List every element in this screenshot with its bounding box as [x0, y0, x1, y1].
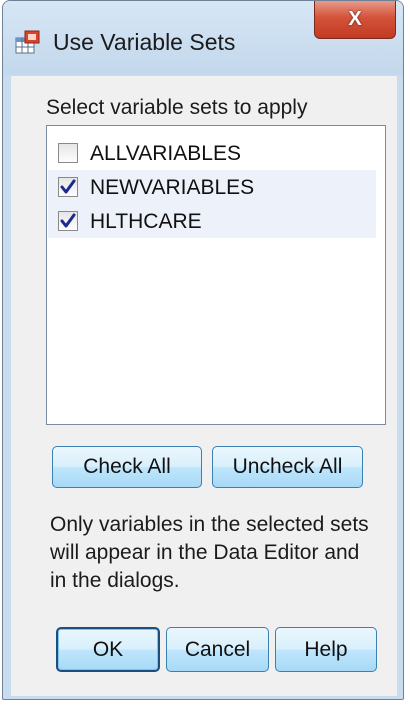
checkmark-icon [60, 179, 76, 194]
check-all-button[interactable]: Check All [52, 446, 202, 488]
window-title: Use Variable Sets [53, 29, 236, 55]
cancel-label: Cancel [184, 637, 251, 661]
uncheck-all-button[interactable]: Uncheck All [212, 446, 363, 488]
variable-sets-icon [15, 30, 40, 54]
list-item-label: NEWVARIABLES [90, 176, 255, 199]
list-item-label: HLTHCARE [90, 210, 202, 233]
list-item-hlthcare[interactable]: HLTHCARE [48, 204, 376, 238]
list-item-newvariables[interactable]: NEWVARIABLES [48, 170, 376, 204]
close-button[interactable]: X [314, 1, 396, 39]
ok-label: OK [92, 637, 124, 661]
help-label: Help [304, 637, 348, 661]
cancel-button[interactable]: Cancel [166, 627, 269, 672]
help-button[interactable]: Help [275, 627, 377, 672]
checkmark-icon [60, 213, 76, 228]
uncheck-all-label: Uncheck All [232, 455, 343, 478]
variable-sets-prompt-text: Select variable sets to apply [46, 96, 308, 119]
list-item-allvariables[interactable]: ALLVARIABLES [48, 136, 376, 170]
list-item-label: ALLVARIABLES [90, 142, 241, 165]
checkbox-newvariables[interactable] [58, 177, 78, 197]
checkbox-hlthcare[interactable] [58, 211, 78, 231]
ok-button[interactable]: OK [56, 627, 160, 672]
variable-sets-list[interactable]: ALLVARIABLES NEWVARIABLES HLTHCARE [46, 125, 386, 425]
variable-sets-prompt: Select variable sets to apply [46, 96, 307, 120]
check-all-label: Check All [83, 455, 171, 478]
close-icon: X [348, 8, 362, 30]
info-message: Only variables in the selected sets will… [50, 513, 369, 592]
checkbox-allvariables[interactable] [58, 143, 78, 163]
title-bar[interactable]: Use Variable Sets X [3, 1, 403, 75]
